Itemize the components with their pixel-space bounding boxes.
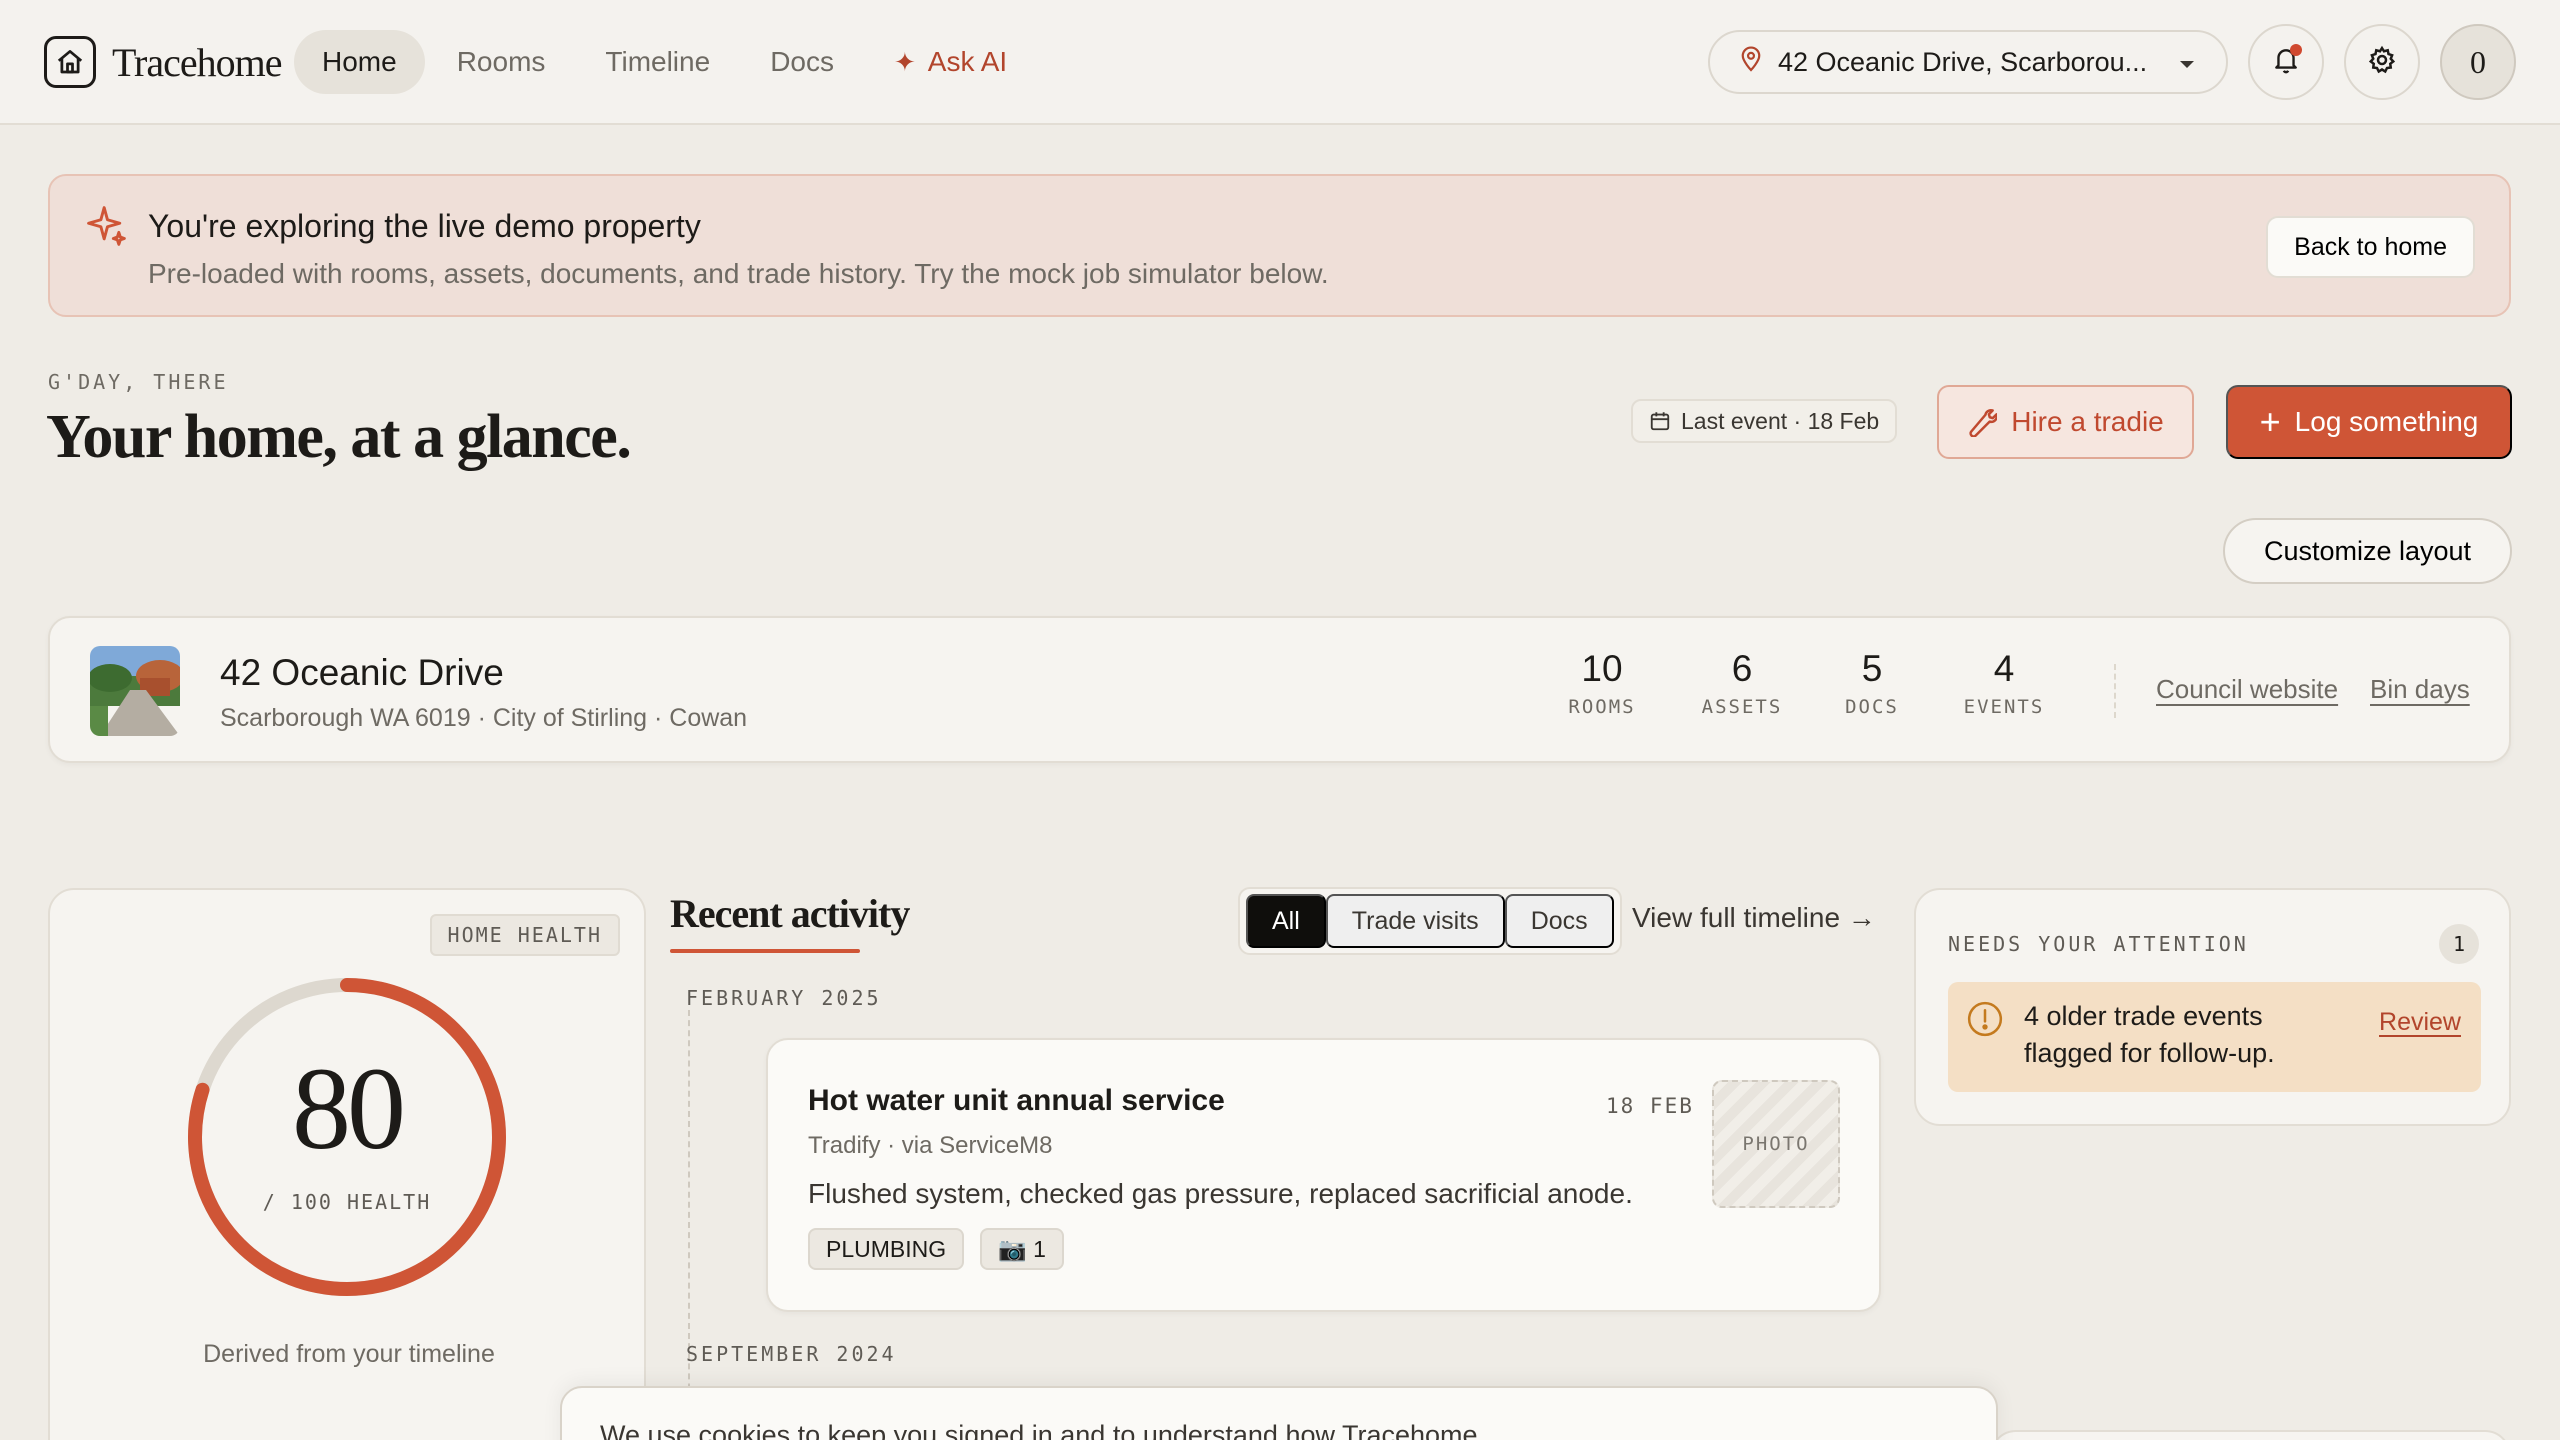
- needs-attention-card: NEEDS YOUR ATTENTION 1 4 older trade eve…: [1914, 888, 2511, 1126]
- notifications-button[interactable]: [2248, 24, 2324, 100]
- customize-layout-button[interactable]: Customize layout: [2223, 518, 2512, 584]
- gear-icon: [2367, 45, 2397, 80]
- brand-name: Tracehome: [112, 39, 282, 85]
- brand[interactable]: Tracehome: [44, 36, 282, 88]
- stat-rooms[interactable]: 10 ROOMS: [1560, 648, 1644, 718]
- back-to-home-button[interactable]: Back to home: [2266, 216, 2475, 278]
- location-pin-icon: [1740, 46, 1762, 79]
- stat-docs[interactable]: 5 DOCS: [1832, 648, 1912, 718]
- nav-home[interactable]: Home: [294, 30, 425, 94]
- stat-value: 5: [1861, 648, 1883, 689]
- filter-docs[interactable]: Docs: [1504, 894, 1614, 948]
- top-nav: Tracehome Home Rooms Timeline Docs ✦ Ask…: [0, 0, 2560, 125]
- recent-activity-title: Recent activity: [670, 891, 910, 936]
- settings-button[interactable]: [2344, 24, 2420, 100]
- plus-icon: +: [2259, 401, 2281, 442]
- title-underline: [670, 949, 860, 953]
- property-card: 42 Oceanic Drive Scarborough WA 6019 · C…: [48, 616, 2511, 763]
- ask-ai-label: Ask AI: [927, 46, 1008, 77]
- nav-ask-ai[interactable]: ✦ Ask AI: [866, 30, 1035, 94]
- review-link[interactable]: Review: [2379, 1008, 2461, 1037]
- timeline-event-card[interactable]: Hot water unit annual service 18 FEB Tra…: [766, 1038, 1881, 1312]
- sparkle-icon: ✦: [893, 46, 916, 77]
- event-title: Hot water unit annual service: [808, 1084, 1225, 1117]
- month-heading: SEPTEMBER 2024: [686, 1342, 897, 1366]
- property-photo: [90, 646, 180, 736]
- nav-timeline[interactable]: Timeline: [577, 30, 738, 94]
- avatar[interactable]: 0: [2440, 24, 2516, 100]
- attention-count: 1: [2439, 924, 2479, 964]
- last-event-chip: Last event · 18 Feb: [1631, 399, 1898, 443]
- property-name: 42 Oceanic Drive: [220, 652, 504, 693]
- event-photo-placeholder[interactable]: PHOTO: [1712, 1080, 1840, 1208]
- attention-heading: NEEDS YOUR ATTENTION: [1948, 932, 2249, 956]
- main-nav: Home Rooms Timeline Docs ✦ Ask AI: [294, 30, 1039, 94]
- property-select-value: 42 Oceanic Drive, Scarborou...: [1778, 46, 2148, 77]
- stat-assets[interactable]: 6 ASSETS: [1692, 648, 1792, 718]
- home-logo-icon: [44, 36, 96, 88]
- home-health-badge: HOME HEALTH: [429, 914, 620, 956]
- filter-all[interactable]: All: [1246, 894, 1326, 948]
- last-event-label: Last event · 18 Feb: [1681, 407, 1880, 434]
- view-full-timeline-link[interactable]: View full timeline →: [1632, 902, 1876, 934]
- health-score: 80: [292, 1043, 406, 1174]
- tag-photo-count: 📷 1: [980, 1228, 1064, 1270]
- attention-text: 4 older trade events flagged for follow-…: [2024, 1001, 2275, 1069]
- sidebar-card-partial: [1990, 1430, 2511, 1440]
- warning-icon: [1966, 1000, 2004, 1043]
- stat-value: 10: [1581, 648, 1623, 689]
- log-something-button[interactable]: + Log something: [2226, 385, 2512, 459]
- event-source: Tradify · via ServiceM8: [808, 1132, 1053, 1159]
- banner-title: You're exploring the live demo property: [148, 208, 701, 244]
- chevron-down-icon: [2178, 47, 2196, 78]
- nav-rooms[interactable]: Rooms: [429, 30, 574, 94]
- greeting-eyebrow: G'DAY, THERE: [48, 370, 229, 394]
- banner-subtitle: Pre-loaded with rooms, assets, documents…: [148, 258, 1329, 289]
- wrench-icon: [1969, 408, 1998, 437]
- nav-docs[interactable]: Docs: [742, 30, 862, 94]
- attention-item: 4 older trade events flagged for follow-…: [1948, 982, 2481, 1092]
- stat-label: ASSETS: [1701, 696, 1783, 718]
- stat-events[interactable]: 4 EVENTS: [1954, 648, 2054, 718]
- timeline-line: [688, 1010, 690, 1440]
- property-address: Scarborough WA 6019 · City of Stirling ·…: [220, 704, 748, 732]
- sparkle-icon: [84, 204, 128, 253]
- cookie-banner: We use cookies to keep you signed in and…: [560, 1386, 1998, 1440]
- hire-tradie-label: Hire a tradie: [2011, 406, 2164, 437]
- stat-label: EVENTS: [1963, 696, 2045, 718]
- hire-tradie-button[interactable]: Hire a tradie: [1937, 385, 2194, 459]
- activity-filter: All Trade visits Docs: [1238, 887, 1622, 955]
- home-health-card: HOME HEALTH 80 / 100 HEALTH Derived from…: [48, 888, 646, 1440]
- tag-plumbing: PLUMBING: [808, 1228, 965, 1270]
- page-title: Your home, at a glance.: [46, 403, 632, 471]
- event-tags: PLUMBING 📷 1: [808, 1228, 1080, 1270]
- demo-banner: You're exploring the live demo property …: [48, 174, 2511, 317]
- event-date: 18 FEB: [1606, 1094, 1694, 1118]
- notification-dot: [2290, 44, 2302, 56]
- health-footer: Derived from your timeline: [203, 1340, 495, 1368]
- bin-days-link[interactable]: Bin days: [2370, 674, 2470, 705]
- stat-value: 4: [1993, 648, 2015, 689]
- stat-value: 6: [1731, 648, 1753, 689]
- filter-trade-visits[interactable]: Trade visits: [1325, 894, 1505, 948]
- calendar-icon: [1650, 412, 1670, 431]
- log-something-label: Log something: [2294, 406, 2479, 437]
- event-description: Flushed system, checked gas pressure, re…: [808, 1178, 1633, 1209]
- month-heading: FEBRUARY 2025: [686, 986, 882, 1010]
- health-score-label: / 100 HEALTH: [262, 1190, 432, 1214]
- cookie-text: We use cookies to keep you signed in and…: [600, 1420, 1478, 1440]
- property-select[interactable]: 42 Oceanic Drive, Scarborou...: [1708, 30, 2228, 94]
- stat-label: DOCS: [1845, 696, 1899, 718]
- council-website-link[interactable]: Council website: [2156, 674, 2338, 705]
- divider: [2114, 664, 2116, 718]
- stat-label: ROOMS: [1568, 696, 1636, 718]
